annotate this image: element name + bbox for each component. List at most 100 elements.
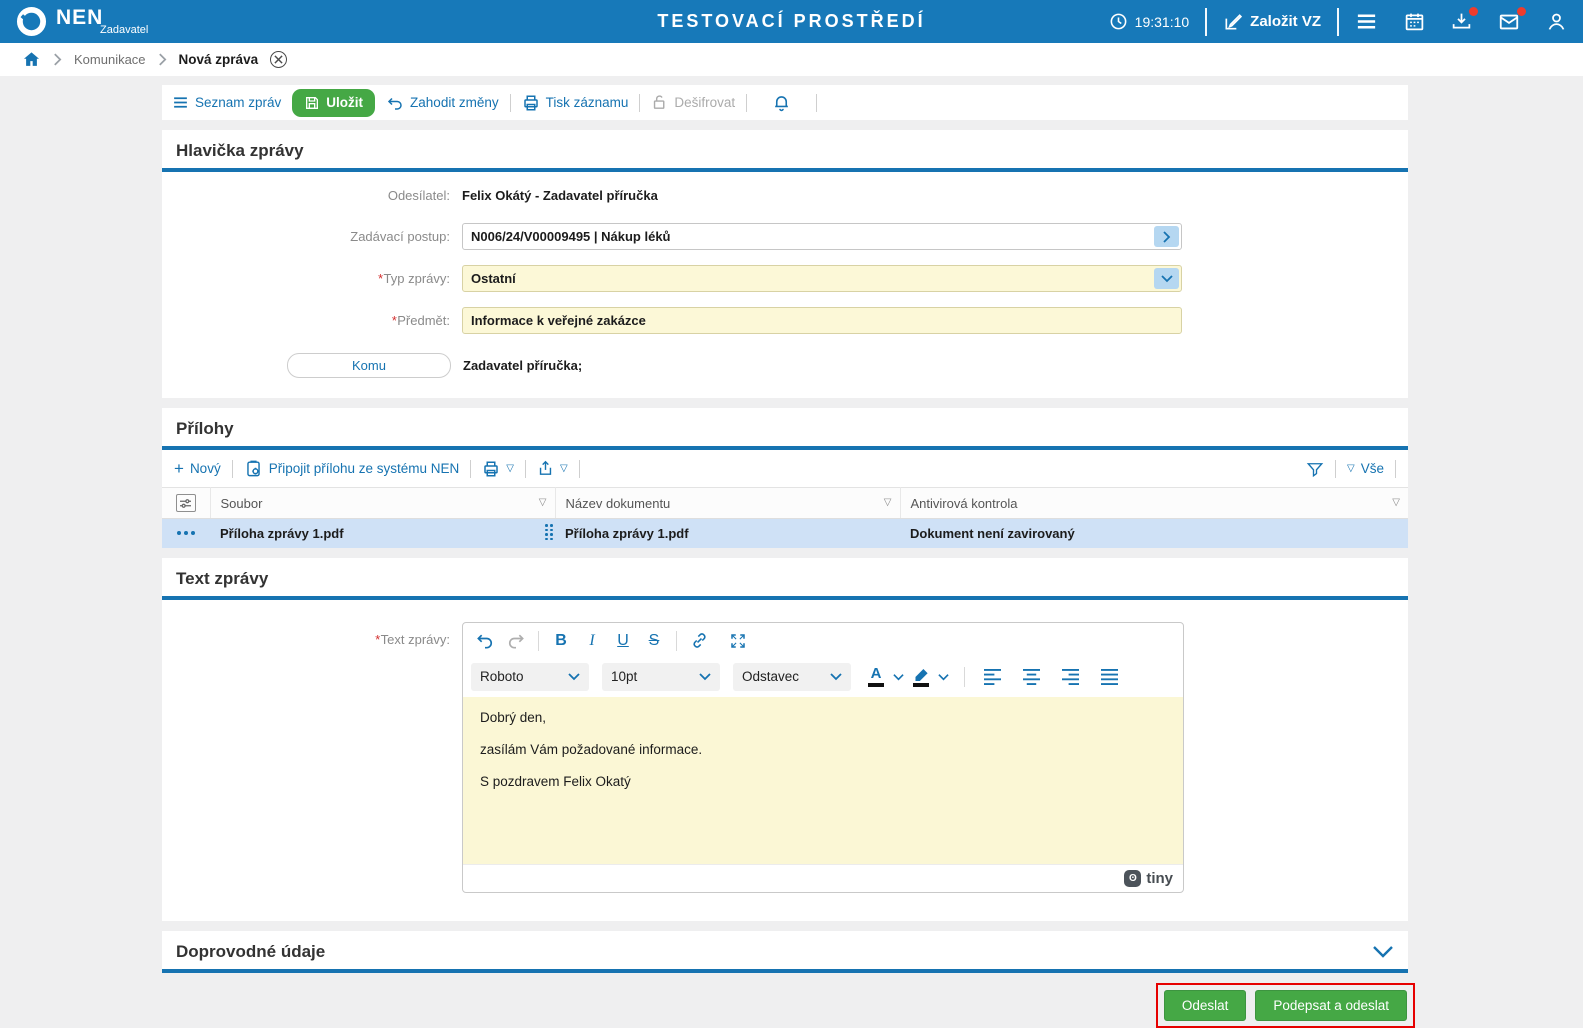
tinymce-brand[interactable]: tiny xyxy=(1146,870,1173,887)
message-text-label: *Text zprávy: xyxy=(374,631,450,647)
highlight-color-caret-icon[interactable] xyxy=(936,673,951,681)
print-attachments-button[interactable]: ▽ xyxy=(482,460,514,478)
record-toolbar: Seznam zpráv Uložit Zahodit změny Tisk z… xyxy=(162,85,1408,120)
undo-icon[interactable] xyxy=(471,627,499,655)
decrypt-label: Dešifrovat xyxy=(674,95,736,110)
italic-icon[interactable]: I xyxy=(578,627,606,655)
downloads-icon[interactable] xyxy=(1451,7,1478,32)
section-title: Text zprávy xyxy=(176,568,269,588)
home-icon[interactable] xyxy=(22,50,41,69)
message-type-select[interactable]: Ostatní xyxy=(462,265,1182,292)
nen-logo[interactable]: NEN Zadavatel xyxy=(16,6,148,37)
row-actions-icon[interactable] xyxy=(162,519,210,548)
block-format-select[interactable]: Odstavec xyxy=(733,662,851,691)
divider xyxy=(639,93,641,112)
notification-bell-icon[interactable] xyxy=(772,93,791,112)
new-attachment-button[interactable]: + Nový xyxy=(174,460,221,477)
attachment-docname-cell[interactable]: Příloha zprávy 1.pdf xyxy=(555,519,900,548)
share-icon xyxy=(539,460,552,475)
column-filter-icon[interactable]: ▽ xyxy=(1392,497,1400,508)
strikethrough-icon[interactable]: S xyxy=(640,627,668,655)
close-tab-icon[interactable] xyxy=(270,51,288,68)
dropdown-caret: ▽ xyxy=(559,463,568,474)
column-filter-icon[interactable]: ▽ xyxy=(884,497,892,508)
filter-all-button[interactable]: ▽ Vše xyxy=(1347,461,1384,476)
discard-changes-label: Zahodit změny xyxy=(410,95,499,110)
clipboard-gear-icon xyxy=(246,460,260,477)
breadcrumb-nova-zprava: Nová zpráva xyxy=(178,52,259,67)
calendar-icon[interactable] xyxy=(1404,11,1425,32)
subject-field[interactable]: Informace k veřejné zakázce xyxy=(462,307,1182,334)
downloads-badge xyxy=(1469,7,1478,16)
menu-icon[interactable] xyxy=(1355,10,1378,33)
attachment-row[interactable]: Příloha zprávy 1.pdf Příloha zprávy 1.pd… xyxy=(162,518,1408,548)
export-attachments-button[interactable]: ▽ xyxy=(537,460,568,477)
highlight-color-icon[interactable] xyxy=(909,667,933,687)
message-paragraph: S pozdravem Felix Okatý xyxy=(480,773,631,789)
fullscreen-icon[interactable] xyxy=(724,627,752,655)
divider xyxy=(1205,7,1208,36)
font-family-select[interactable]: Roboto xyxy=(471,662,589,691)
column-filter-icon[interactable]: ▽ xyxy=(539,497,547,508)
chevron-right-icon xyxy=(158,53,167,66)
message-list-button[interactable]: Seznam zpráv xyxy=(172,94,281,111)
filter-all-label: Vše xyxy=(1360,461,1384,476)
discard-changes-button[interactable]: Zahodit změny xyxy=(386,94,499,112)
filter-icon[interactable] xyxy=(1306,460,1324,478)
attachments-section: Přílohy + Nový Připojit přílohu ze systé… xyxy=(162,408,1408,548)
rich-text-editor: B I U S Roboto 10pt Odstavec A Dobrý den… xyxy=(462,621,1184,893)
save-button[interactable]: Uložit xyxy=(292,88,376,117)
recipients-button[interactable]: Komu xyxy=(287,353,451,378)
align-center-icon[interactable] xyxy=(1017,663,1045,691)
align-right-icon[interactable] xyxy=(1056,663,1084,691)
column-header-nazev[interactable]: Název dokumentu ▽ xyxy=(555,487,901,519)
procedure-open-icon[interactable] xyxy=(1154,226,1179,247)
column-settings-header[interactable] xyxy=(162,487,211,519)
column-header-soubor[interactable]: Soubor ▽ xyxy=(210,487,556,519)
section-underline xyxy=(162,968,1408,973)
procedure-label: Zadávací postup: xyxy=(350,229,450,244)
align-justify-icon[interactable] xyxy=(1095,663,1123,691)
save-label: Uložit xyxy=(326,95,364,110)
font-size-select[interactable]: 10pt xyxy=(602,662,720,691)
send-button[interactable]: Odeslat xyxy=(1163,989,1247,1021)
procedure-field[interactable]: N006/24/V00009495 | Nákup léků xyxy=(462,223,1182,250)
section-title: Přílohy xyxy=(176,419,234,438)
required-mark: * xyxy=(374,631,380,647)
user-icon[interactable] xyxy=(1546,11,1567,32)
sender-label: Odesílatel: xyxy=(387,188,450,203)
text-color-caret-icon[interactable] xyxy=(891,673,906,681)
section-title: Hlavička zprávy xyxy=(176,141,304,160)
column-header-antivirus[interactable]: Antivirová kontrola ▽ xyxy=(900,487,1408,519)
edit-icon xyxy=(1223,12,1243,32)
drag-handle-icon[interactable] xyxy=(545,524,553,540)
link-icon[interactable] xyxy=(685,627,713,655)
text-color-icon[interactable]: A xyxy=(864,666,888,687)
accompanying-data-section: Doprovodné údaje xyxy=(162,930,1408,973)
divider xyxy=(231,459,233,478)
align-left-icon[interactable] xyxy=(978,663,1006,691)
message-body-editor[interactable]: Dobrý den, zasílám Vám požadované inform… xyxy=(463,696,1183,864)
font-size-value: 10pt xyxy=(611,669,638,684)
message-paragraph: Dobrý den, xyxy=(480,709,547,725)
recipients-value: Zadavatel příručka; xyxy=(463,358,583,373)
attach-from-nen-button[interactable]: Připojit přílohu ze systému NEN xyxy=(244,459,459,478)
create-vz-button[interactable]: Založit VZ xyxy=(1223,12,1321,32)
divider xyxy=(964,666,965,687)
chevron-down-icon[interactable] xyxy=(1154,268,1179,289)
procedure-value: N006/24/V00009495 | Nákup léků xyxy=(471,229,671,244)
printer-icon xyxy=(484,461,499,476)
sign-and-send-button[interactable]: Podepsat a odeslat xyxy=(1255,989,1407,1021)
type-label: *Typ zprávy: xyxy=(377,271,450,286)
breadcrumb-komunikace[interactable]: Komunikace xyxy=(74,52,146,67)
attachment-file-cell[interactable]: Příloha zprávy 1.pdf xyxy=(210,519,555,548)
editor-toolbar-row2: Roboto 10pt Odstavec A xyxy=(463,659,1183,697)
expand-section-icon[interactable] xyxy=(1372,945,1394,959)
underline-icon[interactable]: U xyxy=(609,627,637,655)
print-record-button[interactable]: Tisk záznamu xyxy=(522,94,628,112)
editor-statusbar: ʘ tiny xyxy=(463,863,1183,892)
divider xyxy=(1335,459,1337,478)
bold-icon[interactable]: B xyxy=(547,627,575,655)
session-time: 19:31:10 xyxy=(1134,13,1190,30)
mail-icon[interactable] xyxy=(1498,6,1526,33)
